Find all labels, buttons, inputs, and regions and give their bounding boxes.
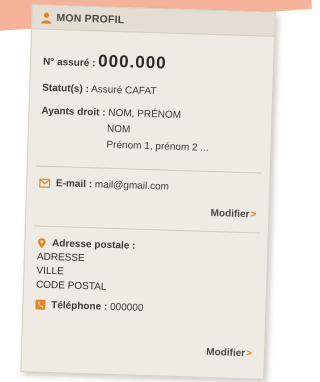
postal-row: Adresse postale :	[37, 238, 136, 252]
ayants-droit-row: Ayants droit : NOM, PRÉNOM	[41, 106, 181, 121]
ayants-droit-line-3-row: Prénom 1, prénom 2 ...	[106, 140, 209, 154]
location-pin-icon	[38, 238, 46, 249]
email-value: mail@gmail.com	[94, 179, 170, 193]
envelope-icon	[39, 178, 51, 188]
assure-label: N° assuré :	[42, 56, 96, 70]
modify-email-label: Modifier	[210, 207, 250, 221]
chevron-right-icon: >	[250, 209, 257, 221]
statut-label: Statut(s) :	[42, 82, 90, 96]
modify-email-link[interactable]: Modifier>	[210, 208, 256, 220]
modify-phone-link[interactable]: Modifier>	[206, 347, 252, 359]
profile-card: MON PROFIL N° assuré : 000.000 Statut(s)…	[20, 4, 276, 380]
ayants-droit-label: Ayants droit :	[41, 105, 106, 119]
phone-icon	[35, 299, 46, 311]
card-header: MON PROFIL	[32, 5, 275, 37]
page-title: MON PROFIL	[56, 11, 125, 26]
divider	[33, 225, 260, 234]
postal-label: Adresse postale :	[51, 238, 136, 252]
postal-line-1: ADRESSE	[36, 251, 85, 265]
chevron-right-icon: >	[245, 348, 253, 360]
email-row: E-mail : mail@gmail.com	[39, 178, 169, 193]
phone-row: Téléphone : 000000	[35, 299, 144, 314]
ayants-droit-line-2: NOM	[106, 123, 131, 136]
ayants-droit-line-2-row: NOM	[107, 124, 131, 136]
statut-row: Statut(s) : Assuré CAFAT	[42, 83, 157, 98]
postal-line-2: VILLE	[36, 265, 64, 278]
assure-row: N° assuré : 000.000	[43, 50, 167, 74]
email-label: E-mail :	[55, 178, 93, 191]
statut-value: Assuré CAFAT	[90, 84, 157, 98]
profile-card-wrapper: MON PROFIL N° assuré : 000.000 Statut(s)…	[20, 4, 279, 382]
ayants-droit-line-3: Prénom 1, prénom 2 ...	[106, 139, 209, 154]
phone-label: Téléphone :	[50, 300, 108, 313]
postal-line-3: CODE POSTAL	[35, 279, 107, 293]
divider	[35, 165, 262, 174]
ayants-droit-line-1: NOM, PRÉNOM	[108, 107, 182, 121]
phone-value: 000000	[109, 301, 144, 314]
assure-number: 000.000	[97, 51, 167, 73]
modify-phone-label: Modifier	[206, 346, 246, 360]
user-icon	[41, 12, 52, 24]
